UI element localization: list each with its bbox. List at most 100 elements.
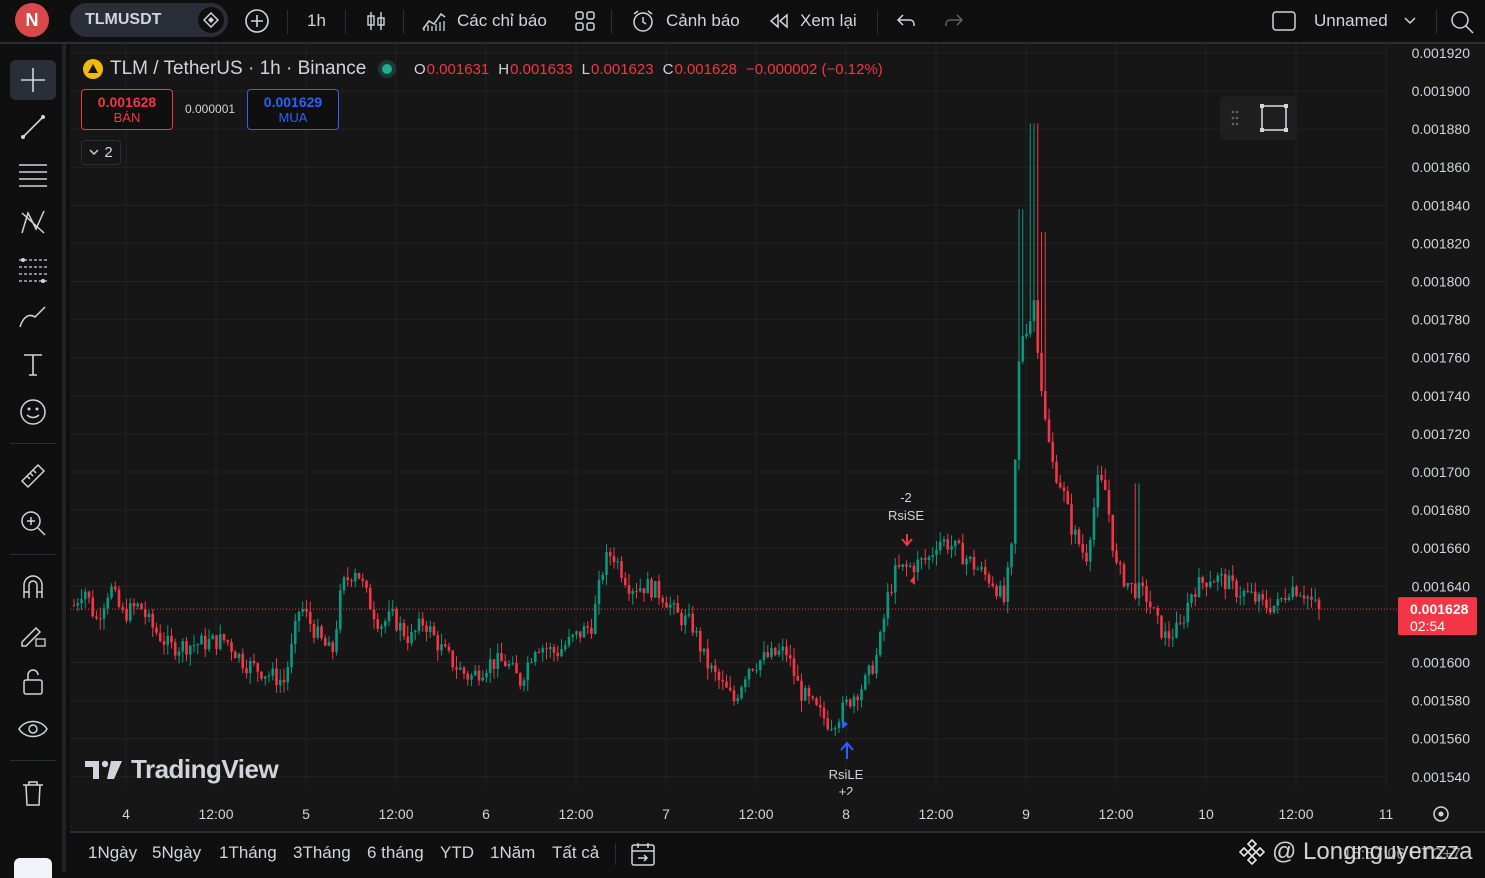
search-icon [1451, 11, 1474, 34]
candle-body [158, 632, 162, 642]
candle-body [1212, 581, 1216, 583]
current-price-text: 0.001628 [1410, 601, 1469, 617]
crosshair-tool[interactable] [10, 60, 56, 100]
price-axis-label: 0.001580 [1412, 693, 1471, 709]
zoom-in-tool[interactable] [10, 503, 56, 543]
price-axis-label: 0.001760 [1412, 350, 1471, 366]
range-3m[interactable]: 3Tháng [293, 843, 351, 863]
candle-body [1055, 461, 1058, 483]
candle-body [1013, 459, 1017, 544]
undo-button[interactable] [895, 0, 917, 42]
object-tree-button[interactable] [14, 858, 52, 878]
emoji-tool[interactable] [10, 392, 56, 432]
settings-gear-icon [1438, 811, 1444, 817]
goto-date-icon[interactable] [630, 841, 656, 867]
candle-body [837, 722, 841, 728]
candle-body [395, 609, 398, 631]
candle-body [1235, 580, 1238, 598]
candle-body [1257, 594, 1261, 602]
horizontal-lines-tool[interactable] [10, 155, 56, 195]
candle-body [1006, 567, 1010, 603]
compare-symbol-button[interactable] [244, 0, 270, 42]
candle-body [402, 622, 406, 637]
user-avatar[interactable]: N [15, 3, 49, 37]
tradingview-watermark[interactable]: TradingView [84, 754, 279, 785]
chevron-down-icon [89, 149, 99, 155]
magnet-tool[interactable] [10, 567, 56, 607]
candle-body [98, 618, 102, 620]
drawing-mode-tool[interactable] [10, 615, 56, 655]
candle-body [785, 646, 788, 656]
candle-body [383, 621, 387, 627]
symbol-legend[interactable]: TLM / TetherUS · 1h · Binance [82, 58, 393, 80]
candle-body [578, 631, 582, 638]
range-1d[interactable]: 1Ngày [88, 843, 137, 863]
candle-body [271, 668, 275, 676]
candle-body [177, 651, 181, 656]
candle-body [417, 618, 421, 631]
interval-button[interactable]: 1h [307, 0, 326, 42]
candle-body [1141, 582, 1145, 587]
candle-body [920, 558, 923, 560]
buy-button[interactable]: 0.001629 MUA [247, 89, 339, 130]
candle-body [436, 635, 440, 651]
chart-pane[interactable]: 0.001920 0.001900 0.001880 0.001860 0.001840… [70, 44, 1485, 830]
indicators-button[interactable]: Các chỉ báo [421, 0, 547, 42]
range-5d[interactable]: 5Ngày [152, 843, 201, 863]
candle-body [740, 687, 743, 699]
candle-body [155, 627, 158, 633]
measure-tool[interactable] [10, 456, 56, 496]
pattern-tool[interactable] [10, 202, 56, 242]
candle-body [882, 618, 886, 633]
text-tool[interactable] [10, 344, 56, 384]
fib-tool[interactable] [10, 250, 56, 290]
candle-body [496, 653, 500, 669]
chart-type-button[interactable] [364, 0, 388, 42]
redo-button[interactable] [943, 0, 965, 42]
candle-body [500, 653, 503, 662]
binance-exchange-icon [198, 7, 224, 33]
market-status-dot [382, 64, 393, 74]
hide-drawings-tool[interactable] [10, 709, 56, 749]
candle-body [822, 707, 826, 719]
quick-search-button[interactable] [1449, 0, 1475, 42]
candle-body [657, 581, 661, 599]
candle-body [1160, 615, 1163, 638]
range-6m[interactable]: 6 tháng [367, 843, 424, 863]
sell-button[interactable]: 0.001628 BÁN [81, 89, 173, 130]
remove-drawings-tool[interactable] [10, 773, 56, 813]
candlestick-chart[interactable]: 0.001920 0.001900 0.001880 0.001860 0.001840… [70, 44, 1485, 830]
brush-tool[interactable] [10, 297, 56, 337]
lock-drawings-tool[interactable] [10, 662, 56, 702]
range-1y[interactable]: 1Năm [490, 843, 535, 863]
symbol-search-button[interactable]: TLMUSDT [70, 3, 228, 37]
time-axis-label: 12:00 [378, 806, 413, 822]
collapse-indicators-button[interactable]: 2 [81, 140, 121, 165]
alerts-button[interactable]: Cảnh báo [630, 0, 740, 42]
candle-body [1103, 479, 1107, 490]
candle-body [965, 558, 968, 565]
range-1m[interactable]: 1Tháng [219, 843, 277, 863]
trend-line-tool[interactable] [10, 107, 56, 147]
candle-body [946, 539, 950, 550]
candle-body [245, 668, 248, 674]
candle-body [181, 641, 185, 652]
long-entry-marker-icon [842, 720, 848, 729]
templates-button[interactable] [573, 0, 597, 42]
candle-body [758, 660, 762, 670]
candle-body [1317, 599, 1321, 610]
candle-body [875, 655, 878, 674]
candle-body [901, 564, 905, 567]
range-ytd[interactable]: YTD [440, 843, 474, 863]
selection-widget[interactable] [1220, 96, 1297, 140]
candle-body [170, 635, 173, 643]
replay-button[interactable]: Xem lại [767, 0, 857, 42]
candle-body [1216, 575, 1220, 582]
candle-body [781, 646, 785, 651]
candle-body [338, 590, 342, 630]
ohlc-values: O 0.001631 H 0.001633 L 0.001623 C 0.001628 … [414, 60, 883, 78]
candle-body [248, 660, 252, 674]
candle-body [1306, 596, 1310, 599]
range-all[interactable]: Tất cả [552, 843, 599, 863]
layout-menu-button[interactable]: Unnamed [1271, 0, 1416, 42]
